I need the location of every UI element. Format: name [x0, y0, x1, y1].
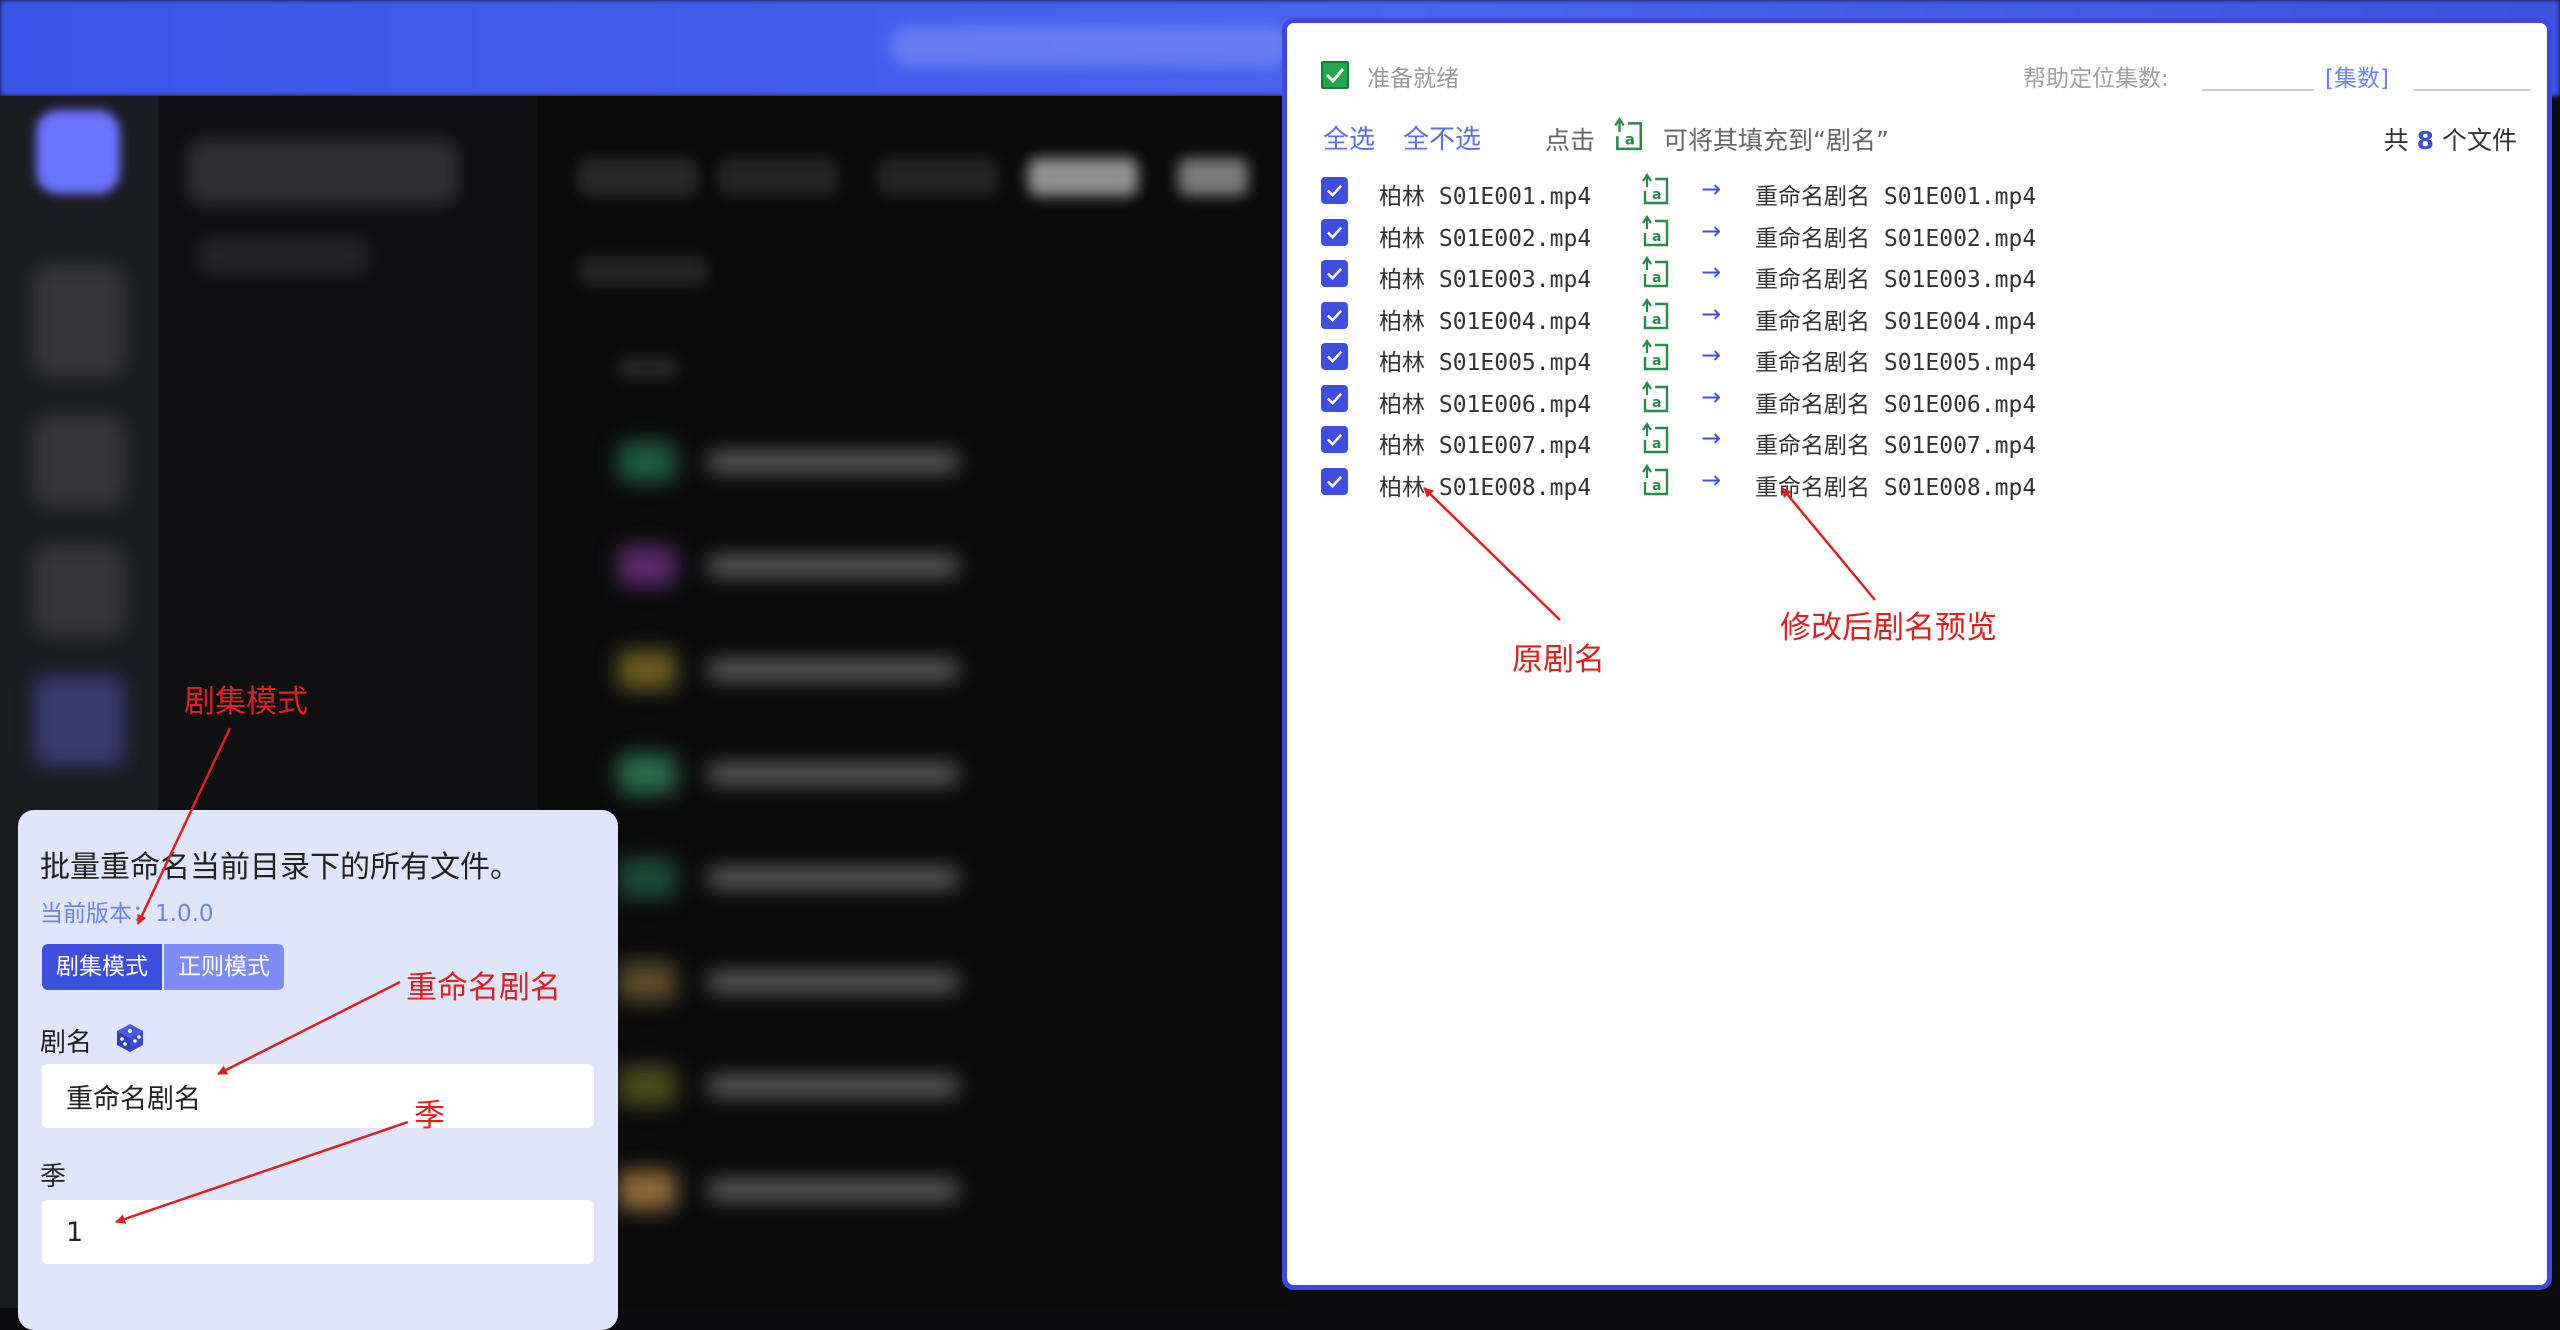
arrow-to-preview [1781, 487, 1876, 601]
arrow-to-episode-mode [136, 727, 232, 925]
arrow-to-original-name [1423, 487, 1561, 621]
annotation-original-name: 原剧名 [1512, 642, 1605, 678]
annotation-arrows [115, 487, 1876, 1224]
annotation-rename-show: 重命名剧名 [406, 970, 561, 1006]
arrow-to-show-name [217, 980, 401, 1076]
annotation-preview: 修改后剧名预览 [1780, 610, 1997, 646]
arrow-to-season [115, 1120, 409, 1224]
annotation-season: 季 [414, 1098, 445, 1134]
annotation-episode-mode: 剧集模式 [184, 684, 308, 720]
